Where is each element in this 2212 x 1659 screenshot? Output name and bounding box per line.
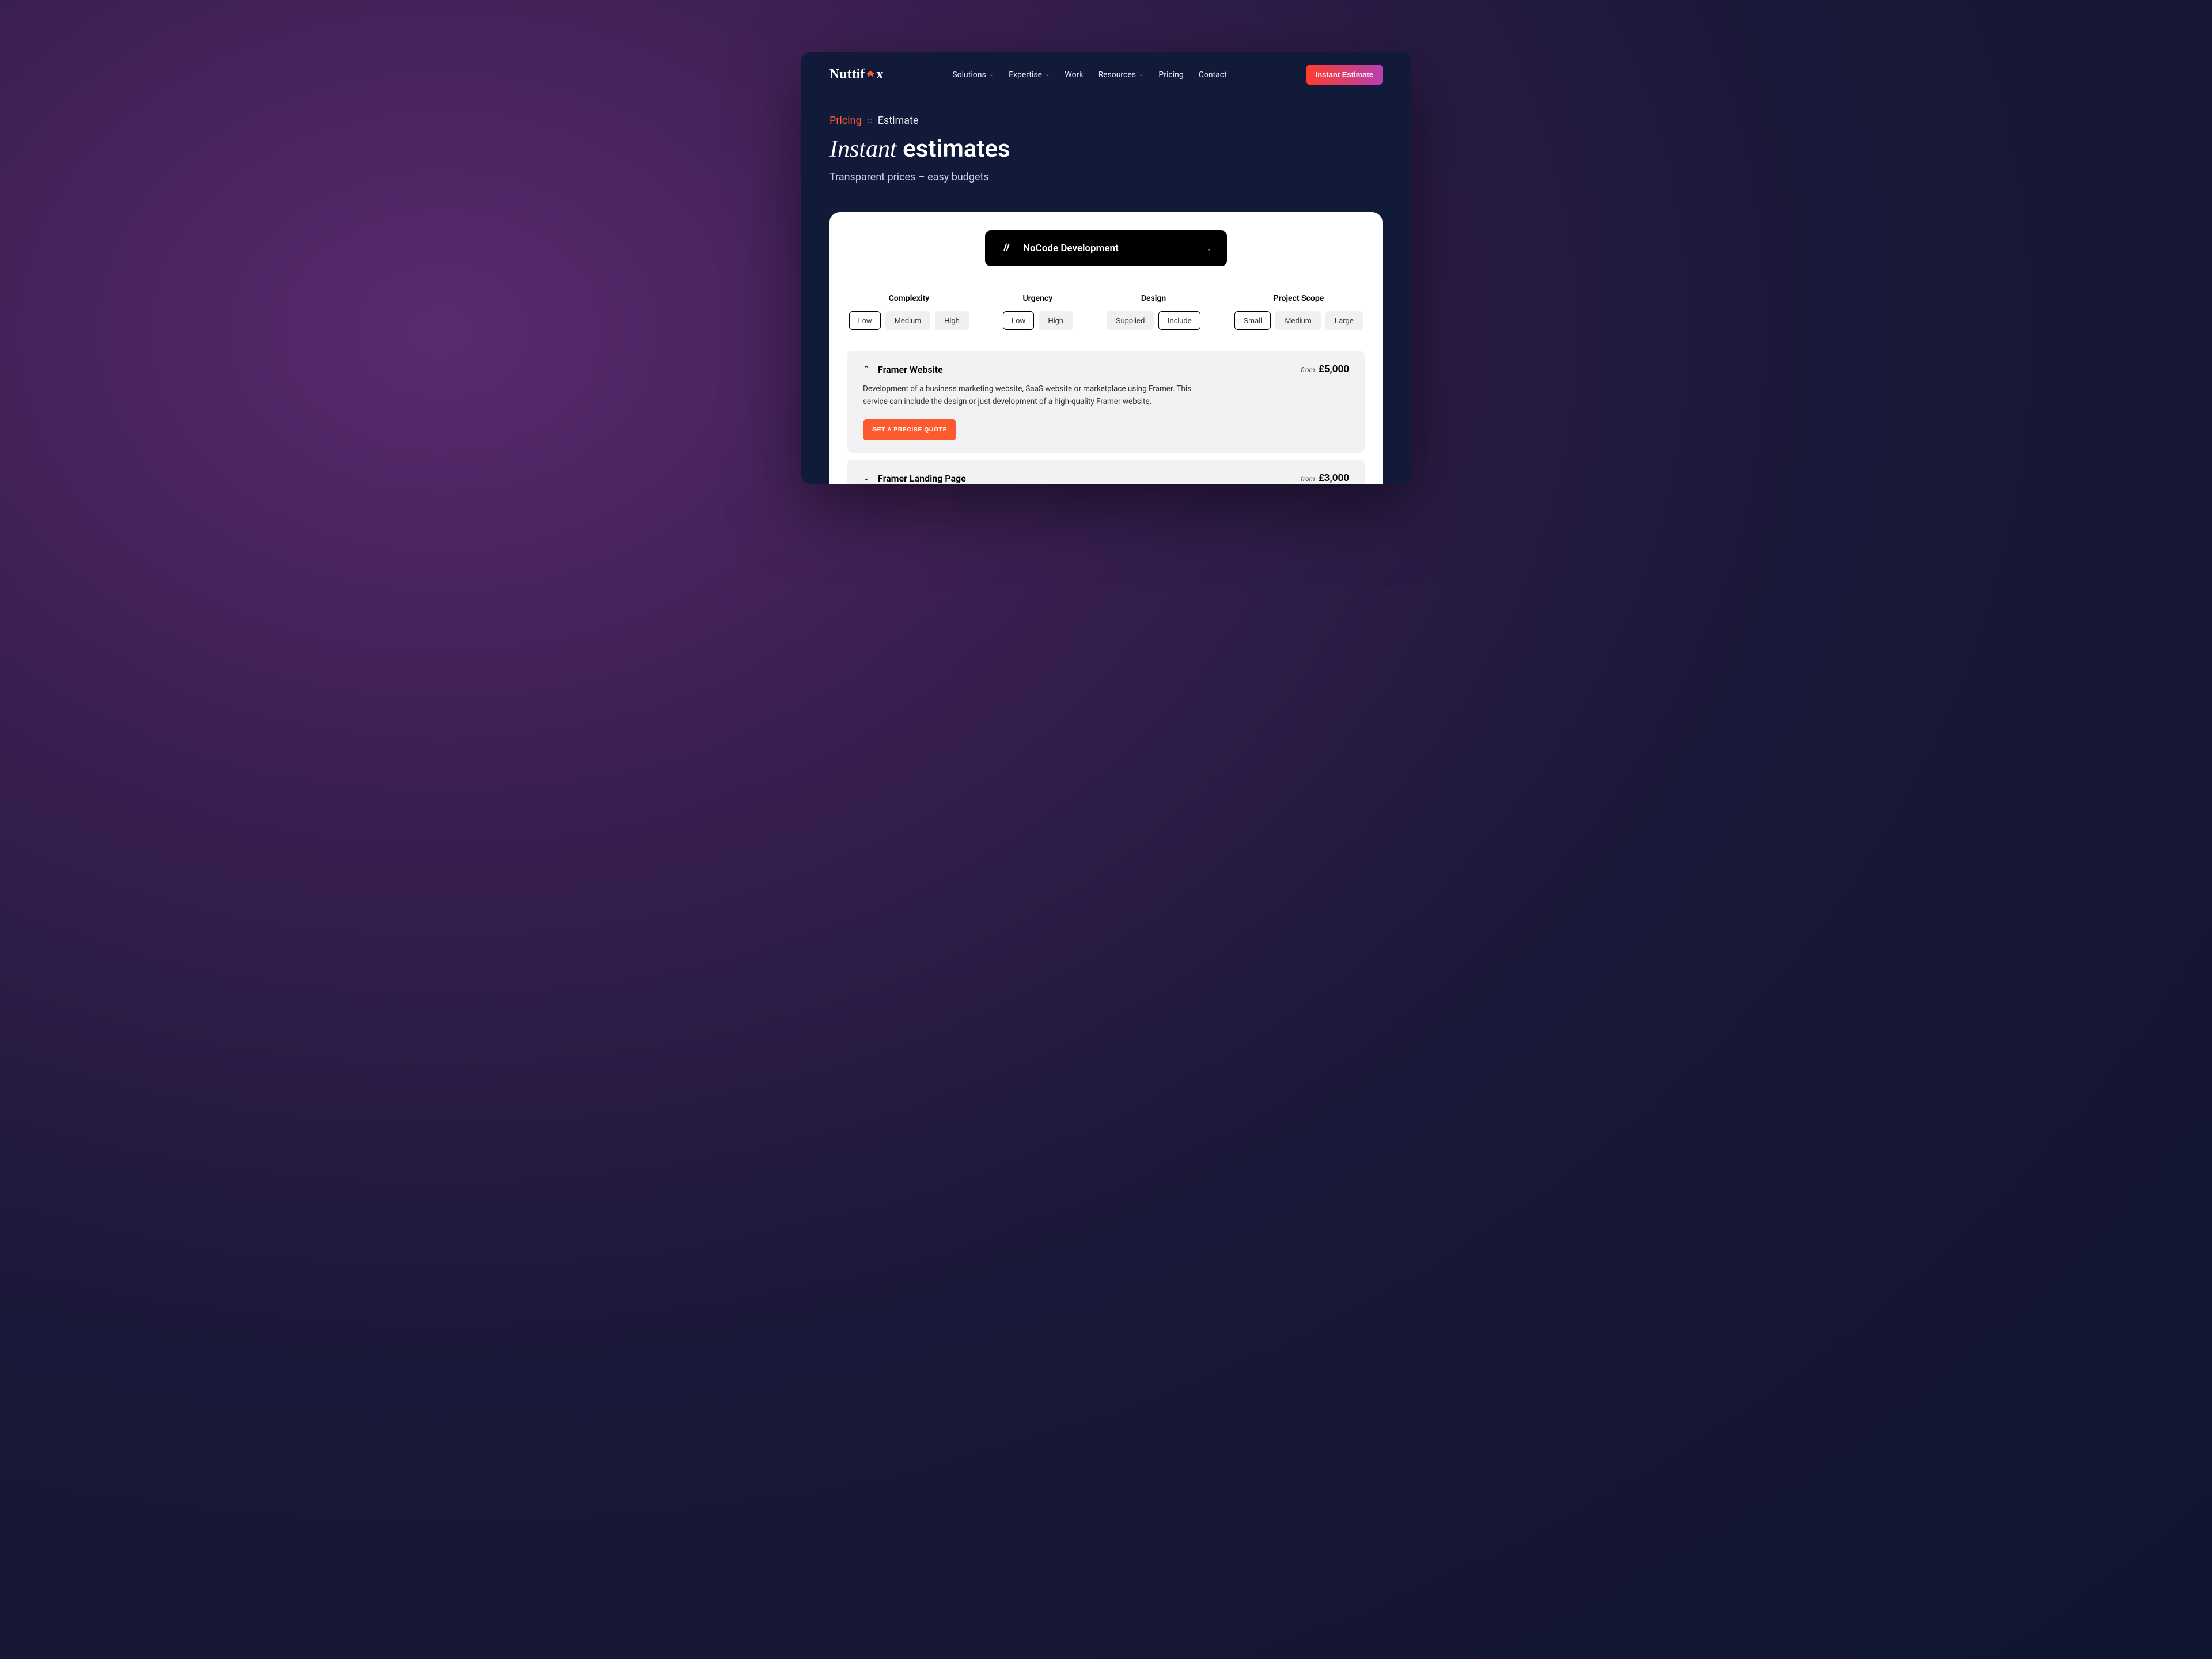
estimate-accordion: ⌃ Framer Website from £5,000 Development… <box>847 351 1365 484</box>
chevron-down-icon: ⌄ <box>1206 244 1212 252</box>
nav-work[interactable]: Work <box>1065 70 1083 79</box>
instant-estimate-button[interactable]: Instant Estimate <box>1306 65 1382 85</box>
filters-row: Complexity Low Medium High Urgency Low H… <box>847 294 1365 330</box>
chevron-down-icon: ⌄ <box>1045 71 1050 78</box>
pill-design-include[interactable]: Include <box>1158 311 1200 330</box>
breadcrumb-estimate: Estimate <box>878 115 919 127</box>
pill-scope-medium[interactable]: Medium <box>1275 311 1320 330</box>
page-subtitle: Transparent prices – easy budgets <box>830 171 1382 183</box>
pill-complexity-medium[interactable]: Medium <box>885 311 930 330</box>
page-title: Instant estimates <box>830 135 1382 163</box>
chevron-down-icon: ⌄ <box>989 71 994 78</box>
brand-name-post: x <box>876 67 883 82</box>
nav-contact[interactable]: Contact <box>1199 70 1227 79</box>
filter-scope: Project Scope Small Medium Large <box>1234 294 1363 330</box>
nav-solutions[interactable]: Solutions⌄ <box>952 70 994 79</box>
accordion-body: Development of a business marketing webs… <box>863 383 1349 440</box>
pill-urgency-low[interactable]: Low <box>1003 311 1035 330</box>
filter-complexity: Complexity Low Medium High <box>849 294 969 330</box>
breadcrumb-pricing[interactable]: Pricing <box>830 115 862 127</box>
estimate-card: NoCode Development ⌄ Complexity Low Medi… <box>830 212 1382 484</box>
accordion-toggle[interactable]: ⌃ Framer Website from £5,000 <box>863 363 1349 375</box>
item-description: Development of a business marketing webs… <box>863 383 1209 408</box>
breadcrumb-separator-icon <box>868 119 872 123</box>
brand-name-pre: Nuttif <box>830 67 865 82</box>
app-window: Nuttifx Solutions⌄ Expertise⌄ Work Resou… <box>801 52 1411 484</box>
accordion-item-framer-website: ⌃ Framer Website from £5,000 Development… <box>847 351 1365 453</box>
nav-pricing[interactable]: Pricing <box>1158 70 1183 79</box>
price-display: from £5,000 <box>1301 363 1349 375</box>
pill-urgency-high[interactable]: High <box>1039 311 1073 330</box>
nav-expertise[interactable]: Expertise⌄ <box>1009 70 1050 79</box>
nav-links: Solutions⌄ Expertise⌄ Work Resources⌄ Pr… <box>952 70 1226 79</box>
code-icon <box>1000 241 1013 256</box>
pill-scope-small[interactable]: Small <box>1234 311 1271 330</box>
chevron-down-icon: ⌄ <box>1139 71 1143 78</box>
pill-complexity-high[interactable]: High <box>935 311 969 330</box>
nav-resources[interactable]: Resources⌄ <box>1098 70 1143 79</box>
brand-logo[interactable]: Nuttifx <box>830 67 883 82</box>
accordion-item-framer-landing: ⌄ Framer Landing Page from £3,000 <box>847 460 1365 484</box>
page-header: Pricing Estimate Instant estimates Trans… <box>801 97 1411 195</box>
dropdown-label: NoCode Development <box>1023 243 1196 254</box>
breadcrumb: Pricing Estimate <box>830 115 1382 127</box>
pill-scope-large[interactable]: Large <box>1325 311 1363 330</box>
get-quote-button[interactable]: GET A PRECISE QUOTE <box>863 419 956 440</box>
pill-design-supplied[interactable]: Supplied <box>1107 311 1154 330</box>
fox-icon <box>865 70 876 80</box>
chevron-up-icon: ⌃ <box>863 365 871 374</box>
chevron-down-icon: ⌄ <box>863 474 871 483</box>
filter-urgency: Urgency Low High <box>1003 294 1073 330</box>
navbar: Nuttifx Solutions⌄ Expertise⌄ Work Resou… <box>801 52 1411 97</box>
pill-complexity-low[interactable]: Low <box>849 311 881 330</box>
accordion-toggle[interactable]: ⌄ Framer Landing Page from £3,000 <box>863 472 1349 484</box>
filter-design: Design Supplied Include <box>1107 294 1201 330</box>
category-dropdown[interactable]: NoCode Development ⌄ <box>985 230 1227 266</box>
price-display: from £3,000 <box>1301 472 1349 484</box>
